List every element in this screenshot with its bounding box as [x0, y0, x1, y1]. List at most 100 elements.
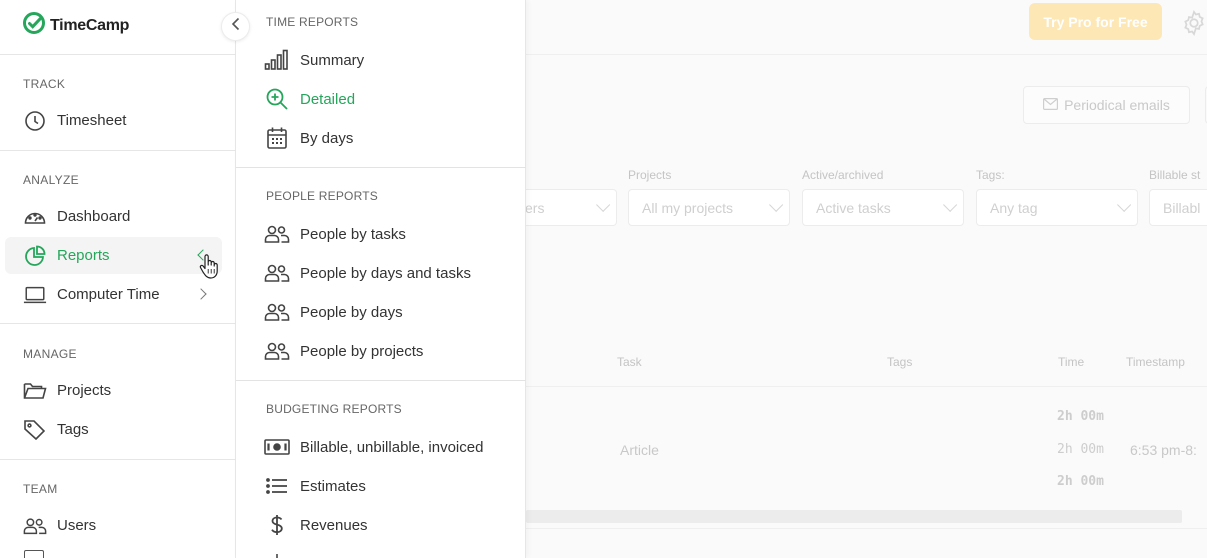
timecamp-logo[interactable]: TimeCamp	[22, 11, 129, 40]
menu-item-detailed[interactable]: Detailed	[264, 85, 355, 113]
time-cell-sum: 2h 00m	[1057, 474, 1104, 489]
sidebar-next-item-icon	[24, 550, 44, 558]
table-header-divider	[526, 386, 1207, 387]
task-cell: Article	[620, 442, 659, 458]
col-timestamp-header: Timestamp	[1126, 355, 1185, 369]
sidebar-item-users[interactable]: Users	[5, 507, 222, 544]
sidebar-item-timesheet[interactable]: Timesheet	[5, 102, 222, 139]
menu-item-summary[interactable]: Summary	[264, 46, 364, 74]
filter-billable-select[interactable]: Billabl	[1149, 189, 1207, 226]
section-heading-people-reports: PEOPLE REPORTS	[266, 189, 378, 203]
filter-active-value: Active tasks	[816, 199, 891, 216]
filter-active-select[interactable]: Active tasks	[802, 189, 964, 226]
menu-item-label: People by days and tasks	[300, 264, 471, 282]
section-heading-analyze: ANALYZE	[23, 173, 79, 187]
menu-item-billable-unbillable-invoiced[interactable]: Billable, unbillable, invoiced	[264, 433, 483, 461]
sidebar-item-label: Dashboard	[57, 208, 131, 225]
app-root: Try Pro for Free Periodical emails Proje…	[0, 0, 1207, 558]
section-heading-team: TEAM	[23, 482, 58, 496]
filter-label-active: Active/archived	[802, 168, 884, 182]
folder-icon	[23, 379, 47, 403]
menu-item-people-by-tasks[interactable]: People by tasks	[264, 220, 406, 248]
laptop-icon	[23, 283, 47, 307]
gauge-icon	[23, 205, 47, 229]
people-icon	[264, 339, 290, 363]
hand-cursor-icon	[199, 254, 219, 280]
horizontal-scrollbar[interactable]	[526, 510, 1182, 523]
sidebar-item-tags[interactable]: Tags	[5, 411, 222, 448]
bar-chart-icon	[264, 48, 290, 72]
sidebar-item-dashboard[interactable]: Dashboard	[5, 198, 222, 235]
sidebar-divider	[0, 459, 236, 460]
collapse-sidebar-button[interactable]	[221, 12, 250, 41]
menu-divider	[236, 380, 526, 381]
sidebar: TimeCamp TRACK Timesheet ANALYZE Dashboa…	[0, 0, 236, 558]
sidebar-item-label: Tags	[57, 421, 89, 438]
people-icon	[264, 222, 290, 246]
users-icon	[23, 514, 47, 538]
menu-item-label: People by days	[300, 303, 403, 321]
table-bottom-divider	[526, 528, 1207, 529]
filter-billable-value: Billabl	[1163, 199, 1201, 216]
sidebar-item-projects[interactable]: Projects	[5, 372, 222, 409]
menu-divider	[236, 167, 526, 168]
sidebar-item-label: Projects	[57, 382, 112, 399]
section-heading-track: TRACK	[23, 77, 66, 91]
calendar-icon	[264, 126, 290, 150]
people-icon	[264, 300, 290, 324]
menu-item-label: Summary	[300, 51, 365, 69]
reports-flyout-menu: TIME REPORTS Summary Detailed By days PE…	[236, 0, 526, 558]
clock-icon	[23, 109, 47, 133]
menu-item-people-by-days[interactable]: People by days	[264, 298, 403, 326]
filter-label-billable: Billable st	[1149, 168, 1201, 182]
filter-projects-value: All my projects	[642, 199, 734, 216]
pie-chart-icon	[23, 244, 47, 268]
filter-users-value: ers	[525, 199, 545, 216]
menu-item-people-by-projects[interactable]: People by projects	[264, 337, 423, 365]
chevron-left-icon	[231, 17, 241, 36]
sidebar-divider	[0, 54, 236, 55]
time-cell: 2h 00m	[1057, 442, 1104, 457]
people-icon	[264, 261, 290, 285]
try-pro-button[interactable]: Try Pro for Free	[1029, 3, 1162, 40]
periodical-emails-label: Periodical emails	[1064, 97, 1170, 113]
menu-item-label: Billable, unbillable, invoiced	[300, 438, 484, 456]
filter-projects-select[interactable]: All my projects	[628, 189, 790, 226]
menu-item-label: Estimates	[300, 477, 366, 495]
filter-tags-value: Any tag	[990, 199, 1038, 216]
sidebar-divider	[0, 323, 236, 324]
sidebar-item-label: Users	[57, 517, 97, 534]
menu-item-revenues[interactable]: Revenues	[264, 511, 368, 539]
section-heading-time-reports: TIME REPORTS	[266, 15, 359, 29]
filter-tags-select[interactable]: Any tag	[976, 189, 1138, 226]
filter-label-tags: Tags:	[976, 168, 1005, 182]
chevron-right-icon	[195, 288, 207, 300]
section-heading-manage: MANAGE	[23, 347, 77, 361]
filter-label-projects: Projects	[628, 168, 672, 182]
periodical-emails-button[interactable]: Periodical emails	[1023, 86, 1190, 124]
dollar-icon	[264, 513, 290, 537]
menu-item-estimates[interactable]: Estimates	[264, 472, 366, 500]
zoom-in-icon	[264, 87, 290, 111]
next-menu-icon	[272, 551, 282, 558]
logo-text: TimeCamp	[50, 16, 130, 34]
menu-item-people-by-days-and-tasks[interactable]: People by days and tasks	[264, 259, 471, 287]
sidebar-item-computer-time[interactable]: Computer Time	[5, 276, 222, 313]
gear-icon[interactable]	[1180, 9, 1207, 37]
sidebar-item-label: Timesheet	[57, 112, 127, 129]
col-time-header: Time	[1058, 355, 1085, 369]
sidebar-item-label: Computer Time	[57, 286, 160, 303]
menu-item-label: People by tasks	[300, 225, 406, 243]
menu-item-label: Revenues	[300, 516, 368, 534]
menu-item-label: People by projects	[300, 342, 424, 360]
time-cell-total: 2h 00m	[1057, 409, 1104, 424]
sidebar-divider	[0, 150, 236, 151]
menu-item-by-days[interactable]: By days	[264, 124, 353, 152]
logo-check-icon	[22, 11, 46, 40]
sidebar-item-reports[interactable]: Reports	[5, 237, 222, 274]
tag-icon	[23, 418, 47, 442]
banknote-icon	[264, 435, 290, 459]
menu-item-label: Detailed	[300, 90, 356, 108]
sidebar-item-label: Reports	[57, 247, 110, 264]
timestamp-cell: 6:53 pm-8:	[1130, 442, 1197, 458]
